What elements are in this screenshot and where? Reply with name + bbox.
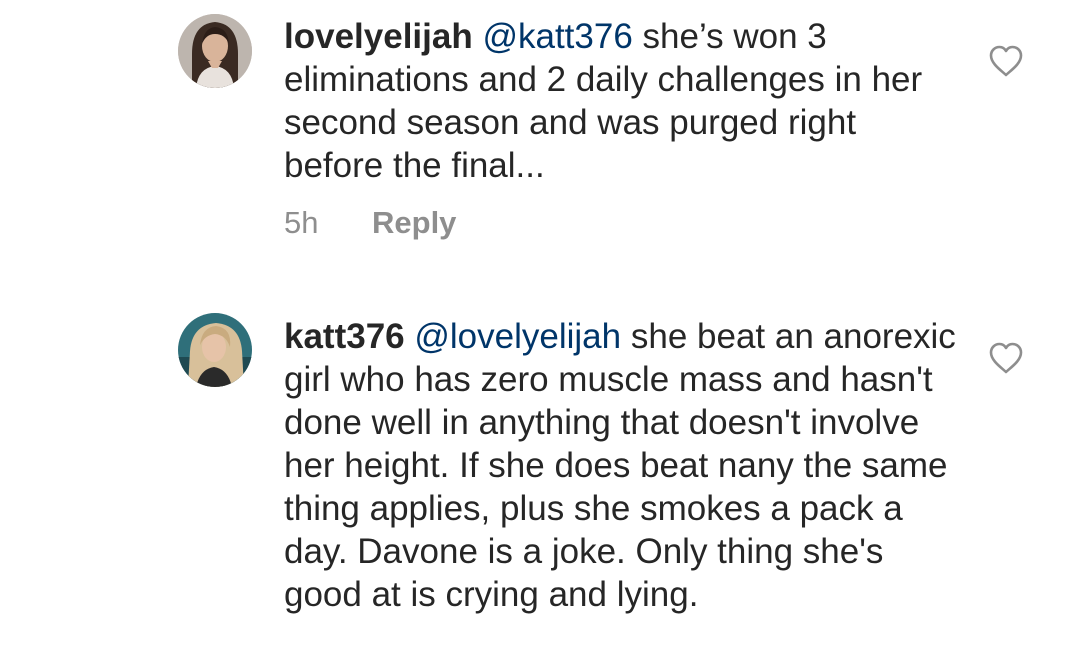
comment-text: she beat an anorexic girl who has zero m…: [284, 317, 956, 614]
heart-outline-icon[interactable]: [988, 44, 1024, 78]
comment-timestamp: 5h: [284, 205, 319, 240]
comment-item: lovelyelijah @katt376 she’s won 3 elimin…: [0, 0, 1069, 290]
user-avatar[interactable]: [178, 14, 252, 88]
comment-mention[interactable]: @katt376: [482, 17, 632, 56]
comment-item: katt376 @lovelyelijah she beat an anorex…: [0, 290, 1069, 659]
comment-body: lovelyelijah @katt376 she’s won 3 elimin…: [284, 15, 964, 243]
user-avatar[interactable]: [178, 313, 252, 387]
heart-outline-icon[interactable]: [988, 341, 1024, 375]
comment-body: katt376 @lovelyelijah she beat an anorex…: [284, 315, 964, 616]
reply-button[interactable]: Reply: [372, 205, 456, 240]
comment-username[interactable]: katt376: [284, 317, 405, 356]
comment-meta: 5h Reply: [284, 203, 964, 243]
comment-username[interactable]: lovelyelijah: [284, 17, 473, 56]
comment-mention[interactable]: @lovelyelijah: [414, 317, 621, 356]
